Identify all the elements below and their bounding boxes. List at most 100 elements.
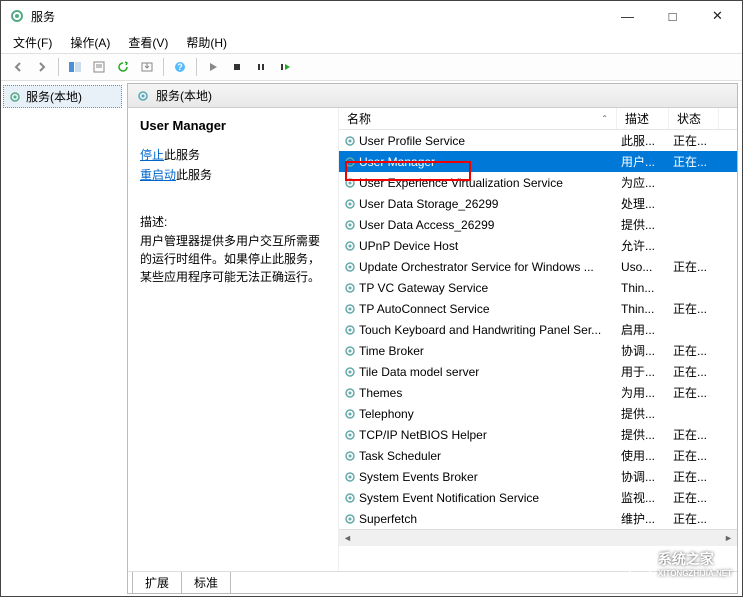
description-label: 描述: <box>140 213 326 230</box>
service-row[interactable]: Task Scheduler使用...正在... <box>339 445 737 466</box>
restart-service-button[interactable] <box>274 56 296 78</box>
detail-pane: User Manager 停止此服务 重启动此服务 描述: 用户管理器提供多用户… <box>128 108 338 571</box>
gear-icon <box>343 365 357 379</box>
scroll-left-arrow[interactable]: ◄ <box>339 530 356 546</box>
service-row[interactable]: User Data Access_26299 提供... <box>339 214 737 235</box>
right-pane: 服务(本地) User Manager 停止此服务 重启动此服务 描述: 用户管… <box>127 83 738 594</box>
scroll-right-arrow[interactable]: ► <box>720 530 737 546</box>
tab-extended[interactable]: 扩展 <box>132 572 182 594</box>
start-service-button[interactable] <box>202 56 224 78</box>
service-actions: 停止此服务 重启动此服务 <box>140 145 326 185</box>
tree-node-services-local[interactable]: 服务(本地) <box>3 85 122 108</box>
watermark: 系统之家 XITONGZHIJIA.NET <box>626 549 732 578</box>
service-row[interactable]: UPnP Device Host允许... <box>339 235 737 256</box>
service-desc: 此服... <box>617 132 669 149</box>
gear-icon <box>343 281 357 295</box>
service-desc: 为用... <box>617 384 669 401</box>
restart-link[interactable]: 重启动 <box>140 168 176 182</box>
menu-view[interactable]: 查看(V) <box>120 32 176 53</box>
service-status: 正在... <box>669 489 719 506</box>
toolbar-separator <box>163 58 164 76</box>
service-row[interactable]: TP AutoConnect ServiceThin...正在... <box>339 298 737 319</box>
service-row[interactable]: Telephony提供... <box>339 403 737 424</box>
service-row[interactable]: TCP/IP NetBIOS Helper 提供...正在... <box>339 424 737 445</box>
service-name: User Data Access_26299 <box>359 218 494 232</box>
left-tree-pane: 服务(本地) <box>1 81 125 596</box>
pause-service-button[interactable] <box>250 56 272 78</box>
service-status: 正在... <box>669 153 719 170</box>
gear-icon <box>343 176 357 190</box>
forward-button[interactable] <box>31 56 53 78</box>
sort-indicator: ⌃ <box>601 114 608 123</box>
service-name: TCP/IP NetBIOS Helper <box>359 428 487 442</box>
export-button[interactable] <box>136 56 158 78</box>
gear-icon <box>343 134 357 148</box>
refresh-button[interactable] <box>112 56 134 78</box>
service-name: Update Orchestrator Service for Windows … <box>359 260 594 274</box>
gear-icon <box>343 197 357 211</box>
stop-service-button[interactable] <box>226 56 248 78</box>
service-status: 正在... <box>669 384 719 401</box>
tab-standard[interactable]: 标准 <box>181 572 231 594</box>
service-desc: 维护... <box>617 510 669 527</box>
service-desc: 使用... <box>617 447 669 464</box>
description-text: 用户管理器提供多用户交互所需要的运行时组件。如果停止此服务，某些应用程序可能无法… <box>140 232 326 286</box>
column-desc[interactable]: 描述 <box>617 108 669 129</box>
service-name: Superfetch <box>359 512 417 526</box>
service-row[interactable]: TP VC Gateway ServiceThin... <box>339 277 737 298</box>
service-row[interactable]: User Profile Service此服...正在... <box>339 130 737 151</box>
toolbar: ? <box>1 53 742 81</box>
horizontal-scrollbar[interactable]: ◄ ► <box>339 529 737 546</box>
menu-action[interactable]: 操作(A) <box>62 32 118 53</box>
list-header: 名称⌃ 描述 状态 <box>339 108 737 130</box>
service-desc: 提供... <box>617 426 669 443</box>
gear-icon <box>343 302 357 316</box>
menu-file[interactable]: 文件(F) <box>5 32 60 53</box>
show-hide-tree-button[interactable] <box>64 56 86 78</box>
gear-icon <box>343 407 357 421</box>
service-desc: 提供... <box>617 216 669 233</box>
toolbar-separator <box>58 58 59 76</box>
service-row[interactable]: System Events Broker协调...正在... <box>339 466 737 487</box>
gear-icon <box>343 512 357 526</box>
service-row[interactable]: Touch Keyboard and Handwriting Panel Ser… <box>339 319 737 340</box>
service-status: 正在... <box>669 426 719 443</box>
close-button[interactable]: ✕ <box>695 2 740 30</box>
service-row[interactable]: Update Orchestrator Service for Windows … <box>339 256 737 277</box>
service-row[interactable]: Tile Data model server用于...正在... <box>339 361 737 382</box>
back-button[interactable] <box>7 56 29 78</box>
help-button[interactable]: ? <box>169 56 191 78</box>
properties-button[interactable] <box>88 56 110 78</box>
service-row[interactable]: Time Broker协调...正在... <box>339 340 737 361</box>
gear-icon <box>343 470 357 484</box>
gear-icon <box>343 323 357 337</box>
minimize-button[interactable]: — <box>605 2 650 30</box>
service-name: User Manager <box>359 155 435 169</box>
maximize-button[interactable]: □ <box>650 2 695 30</box>
service-name: TP AutoConnect Service <box>359 302 490 316</box>
stop-link[interactable]: 停止 <box>140 148 164 162</box>
panel-body: User Manager 停止此服务 重启动此服务 描述: 用户管理器提供多用户… <box>128 108 737 571</box>
toolbar-separator <box>196 58 197 76</box>
titlebar: 服务 — □ ✕ <box>1 1 742 31</box>
service-name: User Profile Service <box>359 134 465 148</box>
service-status: 正在... <box>669 300 719 317</box>
service-desc: Thin... <box>617 281 669 295</box>
gear-icon <box>343 155 357 169</box>
gear-icon <box>8 90 22 104</box>
service-row[interactable]: User Data Storage_26299处理... <box>339 193 737 214</box>
menu-help[interactable]: 帮助(H) <box>178 32 235 53</box>
column-name[interactable]: 名称⌃ <box>339 108 617 129</box>
service-row[interactable]: User Manager用户...正在... <box>339 151 737 172</box>
services-list[interactable]: 名称⌃ 描述 状态 User Profile Service此服...正在...… <box>338 108 737 571</box>
service-row[interactable]: User Experience Virtualization Service为应… <box>339 172 737 193</box>
selected-service-name: User Manager <box>140 118 326 133</box>
column-status[interactable]: 状态 <box>669 108 719 129</box>
service-name: Task Scheduler <box>359 449 441 463</box>
gear-icon <box>343 260 357 274</box>
service-row[interactable]: System Event Notification Service监视...正在… <box>339 487 737 508</box>
service-status: 正在... <box>669 342 719 359</box>
service-name: User Experience Virtualization Service <box>359 176 563 190</box>
service-row[interactable]: Superfetch维护...正在... <box>339 508 737 529</box>
service-row[interactable]: Themes为用...正在... <box>339 382 737 403</box>
